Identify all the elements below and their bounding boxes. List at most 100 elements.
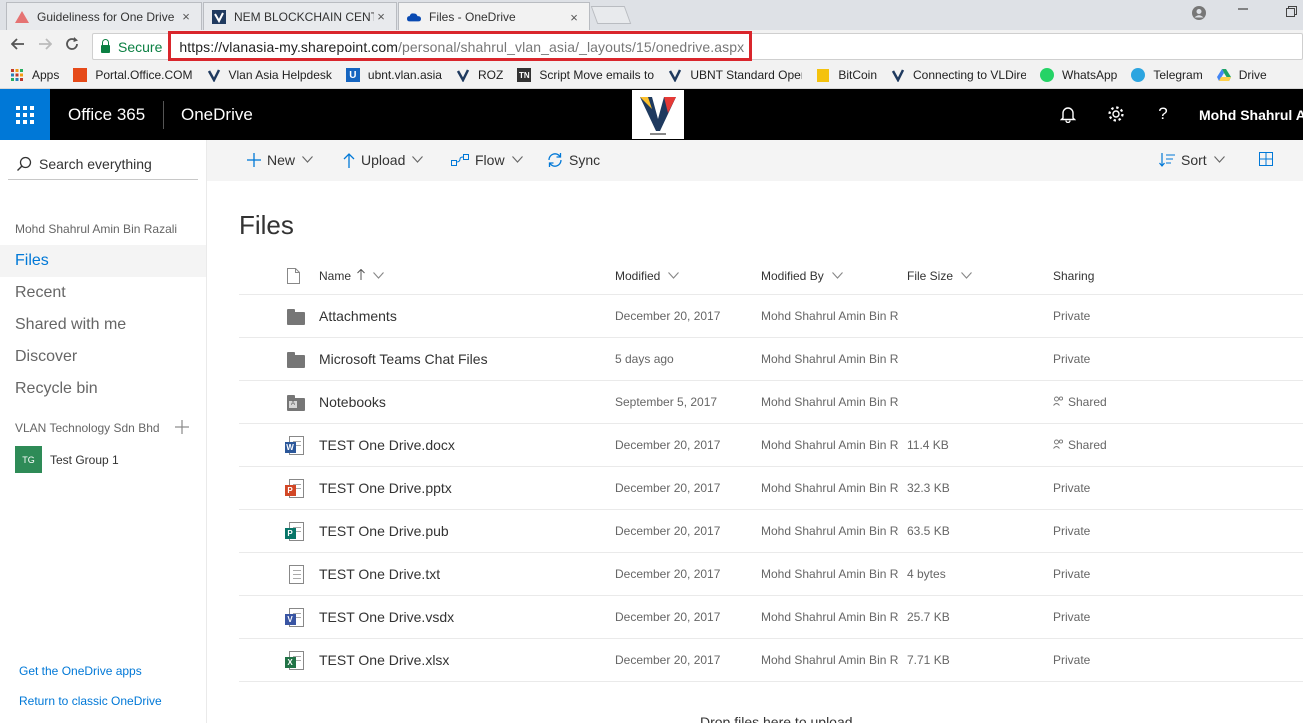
table-row[interactable]: P TEST One Drive.pptx December 20, 2017 … [239,467,1303,510]
file-modified-by: Mohd Shahrul Amin Bin Razali [761,395,899,409]
minimize-icon[interactable] [1237,3,1249,18]
browser-tab[interactable]: NEM BLOCKCHAIN CENTRE × [203,2,397,30]
add-group-plus-icon[interactable] [175,418,189,439]
bookmark-drive[interactable]: Drive [1216,68,1267,82]
file-modified: December 20, 2017 [615,610,721,624]
chevron-down-icon [1213,155,1225,166]
bookmark-roz[interactable]: ROZ [456,68,503,82]
file-size: 32.3 KB [907,481,950,495]
column-header-modified-by[interactable]: Modified By [761,269,843,283]
chevron-down-icon [511,155,523,166]
column-header-file-size[interactable]: File Size [907,269,972,283]
nav-group-item[interactable]: TG Test Group 1 [15,446,119,473]
bell-icon[interactable] [1057,103,1079,125]
whatsapp-icon [1040,68,1054,82]
people-icon [1053,382,1064,424]
file-name[interactable]: TEST One Drive.xlsx [319,639,449,682]
folder-icon [286,349,306,369]
column-header-modified[interactable]: Modified [615,269,680,283]
nav-item-files[interactable]: Files [0,245,206,277]
sort-lines-icon [1159,153,1175,167]
back-arrow-icon[interactable] [4,37,31,55]
reload-icon[interactable] [58,36,85,56]
group-avatar: TG [15,446,42,473]
view-tiles-icon[interactable] [1259,152,1273,166]
chevron-down-icon [412,155,424,166]
column-header-name[interactable]: Name [319,268,384,283]
bookmark-ubnt-standard[interactable]: UBNT Standard Oper [668,68,802,82]
file-name[interactable]: TEST One Drive.txt [319,553,440,596]
suite-name[interactable]: Office 365 [68,105,145,125]
table-row[interactable]: V TEST One Drive.vsdx December 20, 2017 … [239,596,1303,639]
file-name[interactable]: Microsoft Teams Chat Files [319,338,488,381]
chevron-down-icon [831,271,843,281]
bookmark-whatsapp[interactable]: WhatsApp [1040,68,1117,82]
column-header-sharing[interactable]: Sharing [1053,269,1094,283]
file-name[interactable]: Attachments [319,295,397,338]
chevron-down-icon [961,271,972,281]
bookmark-portal-office[interactable]: Portal.Office.COM [73,68,193,82]
visio-file-icon: V [284,607,306,627]
close-icon[interactable]: × [179,9,193,24]
forward-arrow-icon[interactable] [31,37,58,55]
suite-divider [163,101,164,129]
search-box[interactable]: Search everything [8,148,198,180]
nav-item-discover[interactable]: Discover [0,341,206,373]
publisher-file-icon: P [284,521,306,541]
search-input[interactable]: Search everything [39,156,152,172]
bookmark-apps[interactable]: Apps [10,68,59,82]
bookmark-telegram[interactable]: Telegram [1131,68,1203,82]
flow-button[interactable]: Flow [451,152,523,168]
get-onedrive-apps-link[interactable]: Get the OneDrive apps [19,664,142,678]
folder-icon [286,306,306,326]
table-row[interactable]: P TEST One Drive.pub December 20, 2017 M… [239,510,1303,553]
nav-item-recent[interactable]: Recent [0,277,206,309]
secure-indicator[interactable]: Secure [93,38,172,55]
close-icon[interactable]: × [567,10,581,25]
file-modified-by: Mohd Shahrul Amin Bin Razali [761,524,899,538]
table-row[interactable]: Attachments December 20, 2017 Mohd Shahr… [239,295,1303,338]
bookmark-ubnt[interactable]: U ubnt.vlan.asia [345,68,442,82]
browser-tab-active[interactable]: Files - OneDrive × [398,2,590,31]
profile-icon[interactable] [1192,6,1206,23]
file-name[interactable]: TEST One Drive.docx [319,424,455,467]
table-row[interactable]: A Notebooks September 5, 2017 Mohd Shahr… [239,381,1303,424]
new-tab-button[interactable] [590,6,632,24]
help-icon[interactable]: ? [1152,103,1174,125]
nav-item-recycle-bin[interactable]: Recycle bin [0,373,206,405]
new-button[interactable]: New [247,152,313,168]
file-name[interactable]: TEST One Drive.pptx [319,467,452,510]
sort-button[interactable]: Sort [1159,152,1225,168]
page-title: Files [239,210,294,240]
file-modified-by: Mohd Shahrul Amin Bin Razali [761,567,899,581]
lock-icon [101,38,110,53]
plus-icon [247,153,261,167]
file-size: 63.5 KB [907,524,950,538]
upload-arrow-icon [343,152,355,168]
bookmark-script-move[interactable]: TN Script Move emails to [517,68,654,82]
return-to-classic-link[interactable]: Return to classic OneDrive [19,694,162,708]
upload-button[interactable]: Upload [343,152,424,168]
nav-item-shared-with-me[interactable]: Shared with me [0,309,206,341]
restore-icon[interactable] [1286,5,1297,20]
file-name[interactable]: TEST One Drive.vsdx [319,596,454,639]
tab-title: NEM BLOCKCHAIN CENTRE [234,9,374,24]
file-modified: December 20, 2017 [615,309,721,323]
bookmark-bitcoin[interactable]: BitCoin [816,68,877,82]
bookmark-vldirect[interactable]: Connecting to VLDire [891,68,1026,82]
table-row[interactable]: TEST One Drive.txt December 20, 2017 Moh… [239,553,1303,596]
app-name[interactable]: OneDrive [181,105,253,125]
word-file-icon: W [284,435,306,455]
user-name[interactable]: Mohd Shahrul A. [1199,107,1303,123]
bookmark-vlan-helpdesk[interactable]: Vlan Asia Helpdesk [207,68,332,82]
sync-button[interactable]: Sync [547,152,600,168]
gear-icon[interactable] [1105,103,1127,125]
file-name[interactable]: Notebooks [319,381,386,424]
table-row[interactable]: W TEST One Drive.docx December 20, 2017 … [239,424,1303,467]
close-icon[interactable]: × [374,9,388,24]
file-name[interactable]: TEST One Drive.pub [319,510,449,553]
table-row[interactable]: X TEST One Drive.xlsx December 20, 2017 … [239,639,1303,682]
table-row[interactable]: Microsoft Teams Chat Files 5 days ago Mo… [239,338,1303,381]
app-launcher-waffle-icon[interactable] [0,89,50,140]
browser-tab[interactable]: Guideliness for One Drive × [6,2,202,30]
